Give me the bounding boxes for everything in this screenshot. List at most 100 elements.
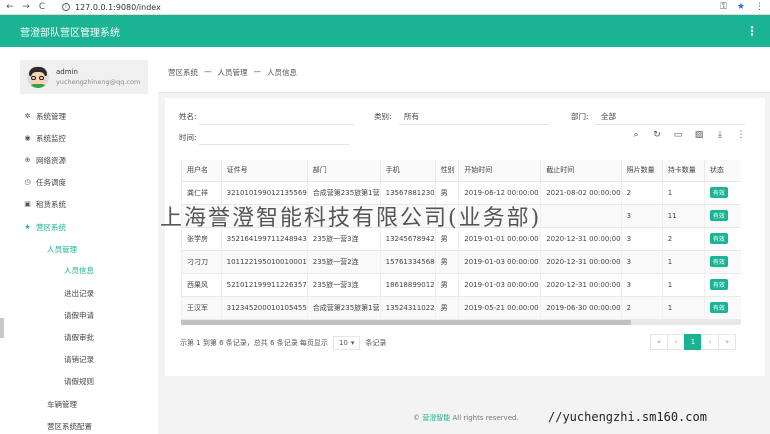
column-header[interactable]: 照片数量 xyxy=(620,160,663,182)
sidebar-item-label: 系统监控 xyxy=(36,133,66,143)
copyright-symbol: © xyxy=(413,414,420,422)
status-badge[interactable]: 有效 xyxy=(709,187,728,198)
cell-card-count: 11 xyxy=(661,204,705,228)
card-view-icon[interactable]: ▭ xyxy=(673,130,683,140)
sidebar-subitem-leave-records[interactable]: 请销记录 xyxy=(64,354,94,365)
user-profile[interactable]: admin yuchengzhineng@qq.com xyxy=(20,60,148,94)
sidebar-item-system-monitor[interactable]: ◉ 系统监控 xyxy=(24,132,66,144)
column-header[interactable]: 性别 xyxy=(434,160,459,182)
table-horizontal-scrollbar[interactable] xyxy=(181,320,741,325)
table-row[interactable]: 王汉军 312345200010105455 合成营第235旅第1营 13524… xyxy=(181,296,741,320)
sidebar: admin yuchengzhineng@qq.com ✲ 系统管理 ◉ 系统监… xyxy=(0,47,158,434)
breadcrumb-current: 人员信息 xyxy=(267,68,297,77)
sidebar-subitem-access-records[interactable]: 进出记录 xyxy=(64,288,94,299)
page-1-button[interactable]: 1 xyxy=(684,334,702,350)
sidebar-item-system-management[interactable]: ✲ 系统管理 xyxy=(24,110,66,122)
sidebar-item-label: 营区系统 xyxy=(36,222,66,232)
cell-end-time xyxy=(540,204,622,228)
more-icon[interactable]: ⋮ xyxy=(736,130,746,140)
download-icon[interactable]: ⤓ xyxy=(715,130,725,140)
column-header[interactable]: 用户名 xyxy=(181,160,222,182)
column-header[interactable]: 手机 xyxy=(379,160,436,182)
cell-start-time: 2019-05-21 00:00:00 xyxy=(458,296,541,320)
footer-link[interactable]: 营澄智能 xyxy=(422,414,450,422)
avatar xyxy=(27,66,49,88)
sidebar-subitem-leave-rules[interactable]: 请假规则 xyxy=(64,376,94,387)
bag-icon: ▣ xyxy=(24,200,31,208)
cell-end-time: 2021-08-02 00:00:00 xyxy=(540,181,622,205)
cell-photo-count: 2 xyxy=(620,296,663,320)
status-badge[interactable]: 有效 xyxy=(709,302,728,313)
breadcrumb-separator: — xyxy=(253,67,262,76)
cell-photo-count: 2 xyxy=(620,181,663,205)
browser-menu-icon[interactable]: ⋮ xyxy=(755,2,764,12)
cell-phone: 18618899012 xyxy=(379,273,436,297)
breadcrumb-item[interactable]: 人员管理 xyxy=(218,67,248,78)
cell-photo-count: 3 xyxy=(620,250,663,274)
sidebar-item-vehicle-management[interactable]: 车辆管理 xyxy=(47,399,77,410)
status-badge[interactable]: 有效 xyxy=(709,256,728,267)
address-bar[interactable]: i 127.0.0.1:9080/index xyxy=(62,3,161,12)
sidebar-item-task-scheduling[interactable]: ◷ 任务调度 xyxy=(24,176,66,188)
sidebar-item-camp-config[interactable]: 营区系统配置 xyxy=(47,421,92,432)
sidebar-item-network-resources[interactable]: ⊕ 网络资源 xyxy=(24,154,66,166)
dept-filter-select[interactable]: 全部 xyxy=(601,111,616,122)
status-badge[interactable]: 有效 xyxy=(709,279,728,290)
sidebar-item-label: 系统管理 xyxy=(36,111,66,121)
breadcrumb-separator: — xyxy=(204,67,212,76)
name-filter-input[interactable] xyxy=(199,124,355,125)
pagination-suffix: 条记录 xyxy=(365,339,387,347)
sidebar-item-camp-system[interactable]: ★ 营区系统 xyxy=(24,221,66,233)
key-icon[interactable]: ⚿ xyxy=(720,2,727,12)
user-email: yuchengzhineng@qq.com xyxy=(56,78,141,86)
cell-end-time: 2019-06-30 00:00:00 xyxy=(540,296,622,320)
column-header[interactable]: 状态 xyxy=(703,160,741,182)
pagination: « ‹ 1 › » xyxy=(650,334,736,350)
sidebar-scrollbar[interactable] xyxy=(0,318,4,338)
sidebar-item-rental-system[interactable]: ▣ 租赁系统 xyxy=(24,198,66,210)
sidebar-subitem-leave-request[interactable]: 请假申请 xyxy=(64,310,94,321)
bookmark-star-icon[interactable]: ★ xyxy=(737,2,745,12)
sidebar-item-label: 租赁系统 xyxy=(36,199,66,209)
column-header[interactable]: 部门 xyxy=(306,160,381,182)
search-icon[interactable]: ⌕ xyxy=(631,130,641,140)
breadcrumb-item[interactable]: 营区系统 xyxy=(168,67,198,78)
refresh-icon[interactable]: ↻ xyxy=(652,130,662,140)
column-header[interactable]: 持卡数量 xyxy=(661,160,705,182)
footer: © 营澄智能 All rights reserved. xyxy=(413,413,519,423)
cell-gender: 男 xyxy=(434,296,459,320)
type-filter-select[interactable]: 所有 xyxy=(404,111,419,122)
cell-photo-count: 3 xyxy=(620,204,663,228)
table-row[interactable]: 刁刁刀 101122195010010001 235旅一营2连 15761334… xyxy=(181,250,741,274)
next-page-button[interactable]: › xyxy=(701,334,719,350)
page-size-select[interactable]: 10 ▾ xyxy=(332,336,361,350)
cell-photo-count: 3 xyxy=(620,273,663,297)
breadcrumb: 营区系统 — 人员管理 — 人员信息 xyxy=(168,67,297,78)
column-header[interactable]: 开始时间 xyxy=(458,160,541,182)
prev-page-button[interactable]: ‹ xyxy=(667,334,685,350)
back-button[interactable]: ← xyxy=(4,2,16,12)
content-panel: 姓名: 类别: 所有 部门: 全部 时间: ⌕ ↻ ▭ ▨ ⤓ ⋮ 用户名 证件… xyxy=(165,98,765,376)
column-header[interactable]: 证件号 xyxy=(220,160,308,182)
info-icon[interactable]: i xyxy=(62,3,70,11)
forward-button[interactable]: → xyxy=(20,2,32,12)
table-row[interactable]: 西果风 521012199911226357 235旅一营3连 18618899… xyxy=(181,273,741,297)
user-name: admin xyxy=(56,68,78,76)
first-page-button[interactable]: « xyxy=(650,334,668,350)
url-text: 127.0.0.1:9080/index xyxy=(75,2,161,12)
last-page-button[interactable]: » xyxy=(718,334,736,350)
cell-end-time: 2020-12-31 00:00:00 xyxy=(540,250,622,274)
pagination-summary: 示第 1 到第 6 条记录，总共 6 条记录 每页显示 xyxy=(180,339,328,347)
sidebar-subitem-personnel-info[interactable]: 人员信息 xyxy=(64,265,94,276)
time-filter-input[interactable] xyxy=(199,144,349,145)
status-badge[interactable]: 有效 xyxy=(709,210,728,221)
scrollbar-thumb[interactable] xyxy=(181,320,631,325)
status-badge[interactable]: 有效 xyxy=(709,233,728,244)
sidebar-subitem-leave-approval[interactable]: 请假审批 xyxy=(64,332,94,343)
reload-button[interactable]: C xyxy=(36,2,48,12)
sidebar-group-personnel[interactable]: 人员管理 xyxy=(47,244,77,255)
cell-photo-count: 3 xyxy=(620,227,663,251)
image-icon[interactable]: ▨ xyxy=(694,130,704,140)
column-header[interactable]: 截止时间 xyxy=(540,160,622,182)
more-menu-icon[interactable]: ⋮ xyxy=(746,24,758,38)
